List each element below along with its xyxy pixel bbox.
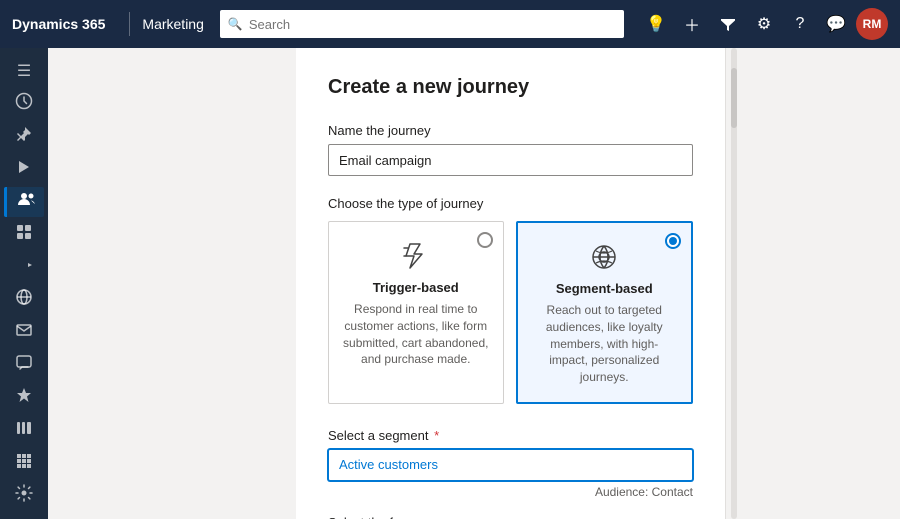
journey-type-label: Choose the type of journey [328, 196, 693, 211]
sidebar-item-pin[interactable] [4, 121, 44, 152]
library-icon [15, 419, 33, 442]
globe-icon [15, 288, 33, 311]
nav-divider [129, 12, 130, 36]
segment-card-name: Segment-based [532, 281, 678, 296]
trigger-card-name: Trigger-based [343, 280, 489, 295]
sidebar-item-library[interactable] [4, 415, 44, 446]
sidebar-item-grid2[interactable] [4, 448, 44, 479]
frequency-label: Select the frequency [328, 515, 693, 519]
brand-logo[interactable]: Dynamics 365 [12, 16, 117, 32]
apps-icon [15, 452, 33, 475]
pin-icon [15, 125, 33, 148]
settings-gear-icon [15, 484, 33, 507]
scrollbar-thumb[interactable] [731, 68, 737, 128]
chat-icon[interactable]: 💬 [820, 8, 852, 40]
segment-radio [665, 233, 681, 249]
sidebar-item-home[interactable] [4, 89, 44, 120]
segment-icon [532, 239, 678, 275]
trigger-card-desc: Respond in real time to customer actions… [343, 301, 489, 368]
lightbulb-icon[interactable]: 💡 [640, 8, 672, 40]
segment-input-wrap [328, 449, 693, 481]
sidebar-item-grid[interactable] [4, 219, 44, 250]
contacts-icon [17, 190, 35, 213]
sidebar-item-chat[interactable] [4, 350, 44, 381]
trigger-based-card[interactable]: Trigger-based Respond in real time to cu… [328, 221, 504, 404]
sidebar-item-contacts[interactable] [4, 187, 44, 218]
top-navigation: Dynamics 365 Marketing 🔍 💡 ＋ ⚙ ? 💬 RM [0, 0, 900, 48]
sidebar-item-play[interactable] [4, 154, 44, 185]
trigger-radio [477, 232, 493, 248]
sidebar: ☰ [0, 48, 48, 519]
grid-icon [15, 223, 33, 246]
segment-label: Select a segment * [328, 428, 693, 443]
sidebar-item-globe[interactable] [4, 284, 44, 315]
segments-icon [15, 256, 33, 279]
sidebar-item-settings[interactable] [4, 480, 44, 511]
main-layout: ☰ [0, 48, 900, 519]
app-name: Marketing [142, 16, 203, 32]
play-icon [15, 158, 33, 181]
journey-name-input[interactable] [328, 144, 693, 176]
sidebar-item-segments[interactable] [4, 252, 44, 283]
add-icon[interactable]: ＋ [676, 8, 708, 40]
sidebar-item-mail[interactable] [4, 317, 44, 348]
sidebar-item-menu[interactable]: ☰ [4, 56, 44, 87]
search-input[interactable] [220, 10, 624, 38]
brand-name: Dynamics 365 [12, 16, 105, 32]
mail-icon [15, 321, 33, 344]
trigger-icon [343, 238, 489, 274]
segment-input[interactable] [328, 449, 693, 481]
name-label: Name the journey [328, 123, 693, 138]
left-padding [48, 48, 296, 519]
create-journey-form: Create a new journey Name the journey Ch… [296, 48, 726, 519]
page-title: Create a new journey [328, 76, 693, 99]
journey-type-cards: Trigger-based Respond in real time to cu… [328, 221, 693, 404]
audience-label: Audience: Contact [328, 485, 693, 499]
filter-icon[interactable] [712, 8, 744, 40]
avatar[interactable]: RM [856, 8, 888, 40]
nav-icon-group: 💡 ＋ ⚙ ? 💬 RM [640, 8, 888, 40]
star-icon [15, 386, 33, 409]
settings-icon[interactable]: ⚙ [748, 8, 780, 40]
clock-icon [15, 92, 33, 115]
segment-section: Select a segment * Audience: Contact [328, 428, 693, 499]
segment-based-card[interactable]: Segment-based Reach out to targeted audi… [516, 221, 694, 404]
segment-required: * [430, 428, 439, 443]
search-icon: 🔍 [228, 17, 243, 31]
sidebar-item-star[interactable] [4, 382, 44, 413]
scrollbar-area [726, 48, 742, 519]
menu-icon: ☰ [17, 61, 31, 81]
help-icon[interactable]: ? [784, 8, 816, 40]
segment-card-desc: Reach out to targeted audiences, like lo… [532, 302, 678, 386]
scrollbar-track [731, 48, 737, 519]
search-container: 🔍 [220, 10, 624, 38]
chat-bubble-icon [15, 354, 33, 377]
